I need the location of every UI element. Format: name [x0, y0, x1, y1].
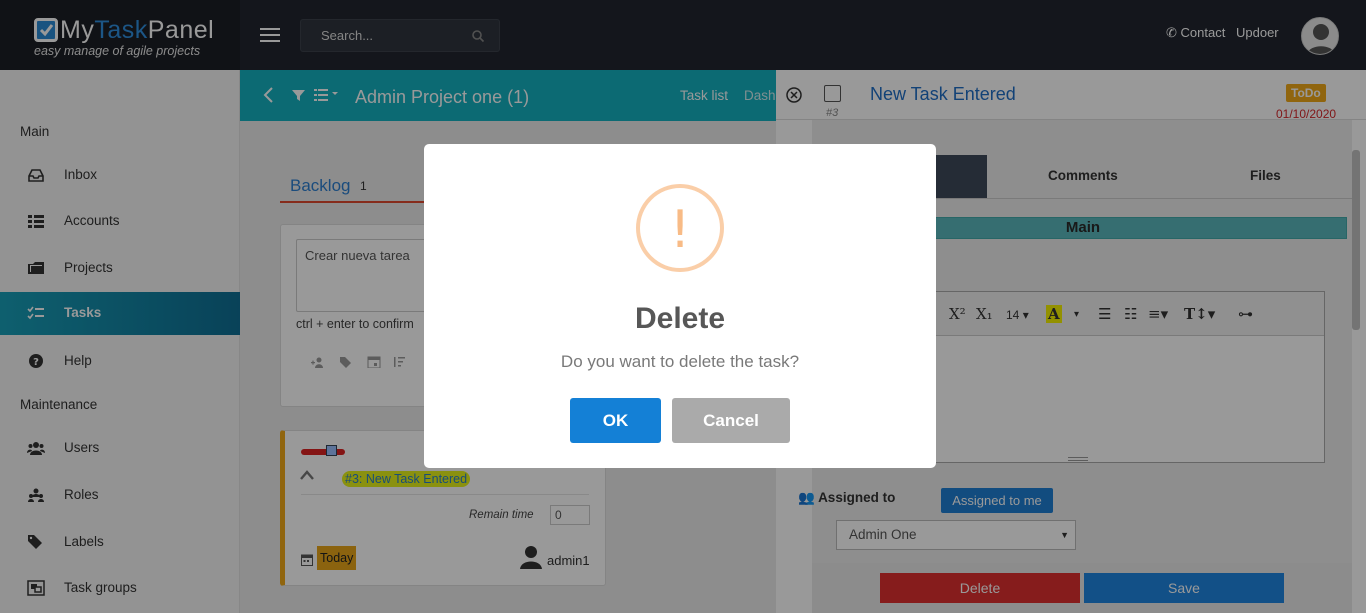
dialog-message: Do you want to delete the task? — [560, 352, 800, 371]
cancel-button[interactable]: Cancel — [672, 398, 790, 443]
warning-icon: ! — [636, 184, 724, 272]
ok-button[interactable]: OK — [570, 398, 661, 443]
dialog-title: Delete — [634, 302, 726, 335]
delete-confirm-dialog: ! Delete Do you want to delete the task?… — [424, 144, 936, 468]
